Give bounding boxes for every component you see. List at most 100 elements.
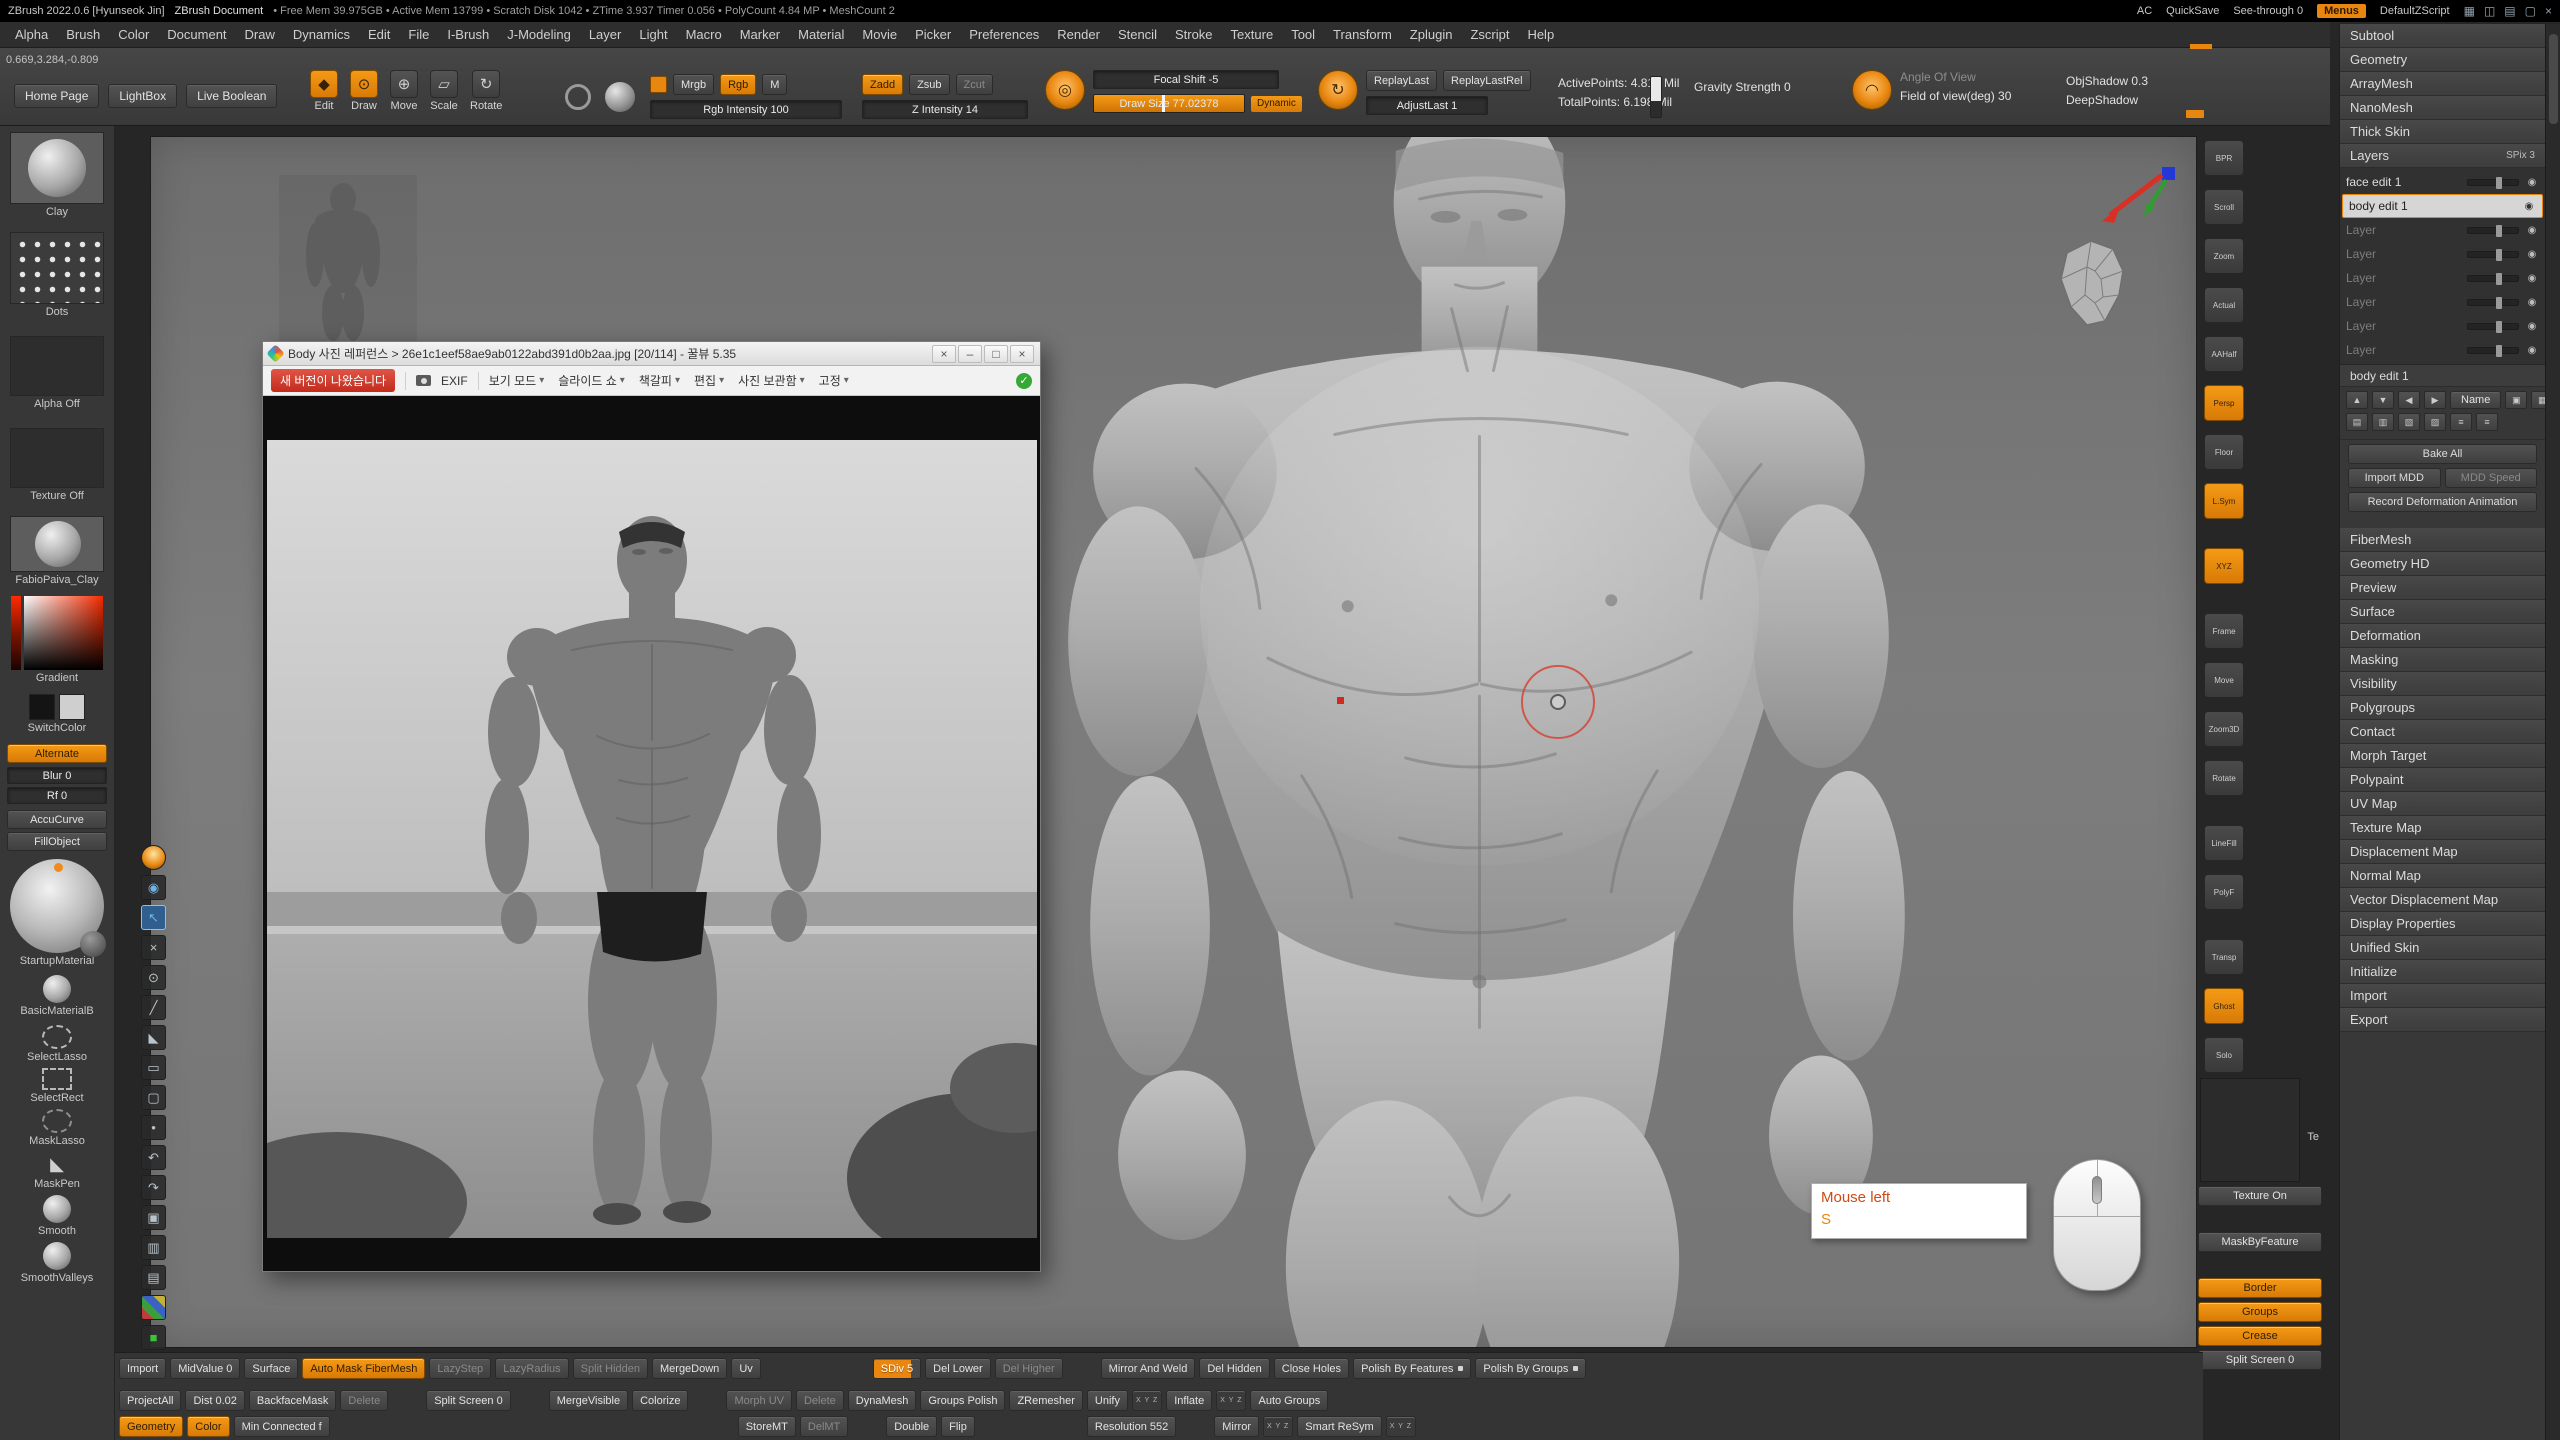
paint-swatch[interactable] xyxy=(650,76,667,93)
select-lasso-icon[interactable] xyxy=(42,1025,72,1049)
right-shelf-button[interactable]: Rotate xyxy=(2204,760,2244,796)
screen-icon[interactable]: ▣ xyxy=(141,1205,166,1230)
menu-item[interactable]: Preferences xyxy=(960,27,1048,42)
menu-item[interactable]: Zplugin xyxy=(1401,27,1462,42)
fov-slider[interactable]: Field of view(deg) 30 xyxy=(1900,89,2011,103)
rf-slider[interactable]: Rf 0 xyxy=(7,787,107,804)
edit-mode-button[interactable]: ◆ Edit xyxy=(310,70,338,112)
rgb-button[interactable]: Rgb xyxy=(720,74,756,95)
secondary-color-swatch[interactable] xyxy=(59,694,85,720)
material-thumbnail[interactable] xyxy=(10,516,104,572)
bottom-button[interactable]: Flip xyxy=(941,1416,975,1437)
undo-icon[interactable]: ↶ xyxy=(141,1145,166,1170)
right-shelf-button[interactable]: Solo xyxy=(2204,1037,2244,1073)
palette-section[interactable]: Geometry HD xyxy=(2340,552,2545,576)
bottom-button[interactable]: Double xyxy=(886,1416,937,1437)
rgb-intensity-slider[interactable]: Rgb Intensity 100 xyxy=(650,100,842,119)
mrgb-button[interactable]: Mrgb xyxy=(673,74,714,95)
palette-section[interactable]: Unified Skin xyxy=(2340,936,2545,960)
menu-item[interactable]: Stencil xyxy=(1109,27,1166,42)
fillobject-button[interactable]: FillObject xyxy=(7,832,107,851)
zadd-button[interactable]: Zadd xyxy=(862,74,903,95)
basic-material-thumbnail[interactable] xyxy=(43,975,71,1003)
layer-down-icon[interactable]: ▼ xyxy=(2372,391,2394,409)
import-mdd-button[interactable]: Import MDD xyxy=(2348,468,2441,488)
menu-item[interactable]: Macro xyxy=(677,27,731,42)
right-shelf-button[interactable]: XYZ xyxy=(2204,548,2244,584)
move-mode-button[interactable]: ⊕ Move xyxy=(390,70,418,112)
bottom-button[interactable]: Geometry xyxy=(119,1416,183,1437)
layer-visibility-icon[interactable] xyxy=(2525,345,2539,356)
seethrough-slider[interactable]: See-through 0 xyxy=(2233,5,2303,17)
layer-name-button[interactable]: Name xyxy=(2450,391,2501,409)
bottom-button[interactable]: X Y Z xyxy=(1386,1416,1416,1437)
replay-last-button[interactable]: ReplayLast xyxy=(1366,70,1437,91)
gradient-label[interactable]: Gradient xyxy=(36,672,78,684)
menu-item[interactable]: Picker xyxy=(906,27,960,42)
layer-row[interactable]: Layer xyxy=(2340,242,2545,266)
palette-section[interactable]: Contact xyxy=(2340,720,2545,744)
menu-item[interactable]: File xyxy=(399,27,438,42)
alpha-thumbnail[interactable] xyxy=(10,336,104,396)
bottom-button[interactable]: Dist 0.02 xyxy=(185,1390,244,1411)
palette-section[interactable]: Initialize xyxy=(2340,960,2545,984)
palette-section[interactable]: Polypaint xyxy=(2340,768,2545,792)
menu-item[interactable]: Document xyxy=(158,27,235,42)
menu-item[interactable]: Color xyxy=(109,27,158,42)
layer-intensity-slider[interactable] xyxy=(2467,227,2519,234)
lightbox-button[interactable]: LightBox xyxy=(108,84,177,108)
palette-icon[interactable]: ▦ xyxy=(141,1295,166,1320)
palette-section[interactable]: Vector Displacement Map xyxy=(2340,888,2545,912)
palette-section[interactable]: Normal Map xyxy=(2340,864,2545,888)
alternate-button[interactable]: Alternate xyxy=(7,744,107,763)
split-layer-icon[interactable]: ▥ xyxy=(2372,413,2394,431)
maximize-icon[interactable]: □ xyxy=(984,345,1008,363)
layer-intensity-slider[interactable] xyxy=(2467,251,2519,258)
layer-visibility-icon[interactable] xyxy=(2525,225,2539,236)
saturation-square[interactable] xyxy=(24,596,103,670)
layer-up-icon[interactable]: ▲ xyxy=(2346,391,2368,409)
m-button[interactable]: M xyxy=(762,74,787,95)
adjust-last-slider[interactable]: AdjustLast 1 xyxy=(1366,96,1488,115)
bottom-button[interactable]: Split Screen 0 xyxy=(426,1390,510,1411)
bottom-button[interactable]: Surface xyxy=(244,1358,298,1379)
right-shelf-button[interactable]: Transp xyxy=(2204,939,2244,975)
layer-visibility-icon[interactable] xyxy=(2525,321,2539,332)
right-shelf-button[interactable]: Zoom3D xyxy=(2204,711,2244,747)
menu-item[interactable]: Texture xyxy=(1222,27,1283,42)
polyframe-head-icon[interactable] xyxy=(2051,237,2131,329)
layer-prev-icon[interactable]: ◀ xyxy=(2398,391,2420,409)
menu-item[interactable]: I-Brush xyxy=(438,27,498,42)
right-shelf-button[interactable]: PolyF xyxy=(2204,874,2244,910)
layout-icon[interactable]: ◫ xyxy=(2484,4,2495,18)
bottom-button[interactable]: Close Holes xyxy=(1274,1358,1349,1379)
bottom-button[interactable]: Delete xyxy=(796,1390,844,1411)
clip-icon[interactable]: ⊙ xyxy=(141,965,166,990)
bottom-button[interactable]: Morph UV xyxy=(726,1390,792,1411)
bottom-button[interactable]: StoreMT xyxy=(738,1416,796,1437)
lightbulb-icon[interactable] xyxy=(141,845,166,870)
dynamic-toggle[interactable]: Dynamic xyxy=(1251,96,1302,112)
main-color-swatch[interactable] xyxy=(29,694,55,720)
draw-size-slider[interactable]: Draw Size 77.02378 xyxy=(1093,94,1245,113)
pen-icon[interactable]: ╱ xyxy=(141,995,166,1020)
palette-section[interactable]: Polygroups xyxy=(2340,696,2545,720)
angle-of-view-icon[interactable]: ◠ xyxy=(1852,70,1892,110)
zscript-label[interactable]: DefaultZScript xyxy=(2380,5,2450,17)
dot-icon[interactable]: • xyxy=(141,1115,166,1140)
bottom-button[interactable]: Min Connected f xyxy=(234,1416,330,1437)
menu-item[interactable]: Movie xyxy=(853,27,906,42)
menu-item[interactable]: J-Modeling xyxy=(498,27,580,42)
mdd-speed-button[interactable]: MDD Speed xyxy=(2445,468,2538,488)
layer-intensity-slider[interactable] xyxy=(2467,323,2519,330)
cursor-icon[interactable]: ↖ xyxy=(141,905,166,930)
gravity-direction-slider[interactable] xyxy=(1650,76,1662,118)
record-deformation-button[interactable]: Record Deformation Animation xyxy=(2348,492,2537,512)
axis-gizmo[interactable] xyxy=(2096,165,2181,240)
layer-visibility-icon[interactable] xyxy=(2525,297,2539,308)
bottom-button[interactable]: Inflate xyxy=(1166,1390,1212,1411)
image-viewer-window[interactable]: Body 사진 레퍼런스 > 26e1c1eef58ae9ab0122abd39… xyxy=(262,341,1041,1272)
bottom-button[interactable]: X Y Z xyxy=(1132,1390,1162,1411)
menu-item[interactable]: Brush xyxy=(57,27,109,42)
check-icon[interactable] xyxy=(1016,373,1032,389)
